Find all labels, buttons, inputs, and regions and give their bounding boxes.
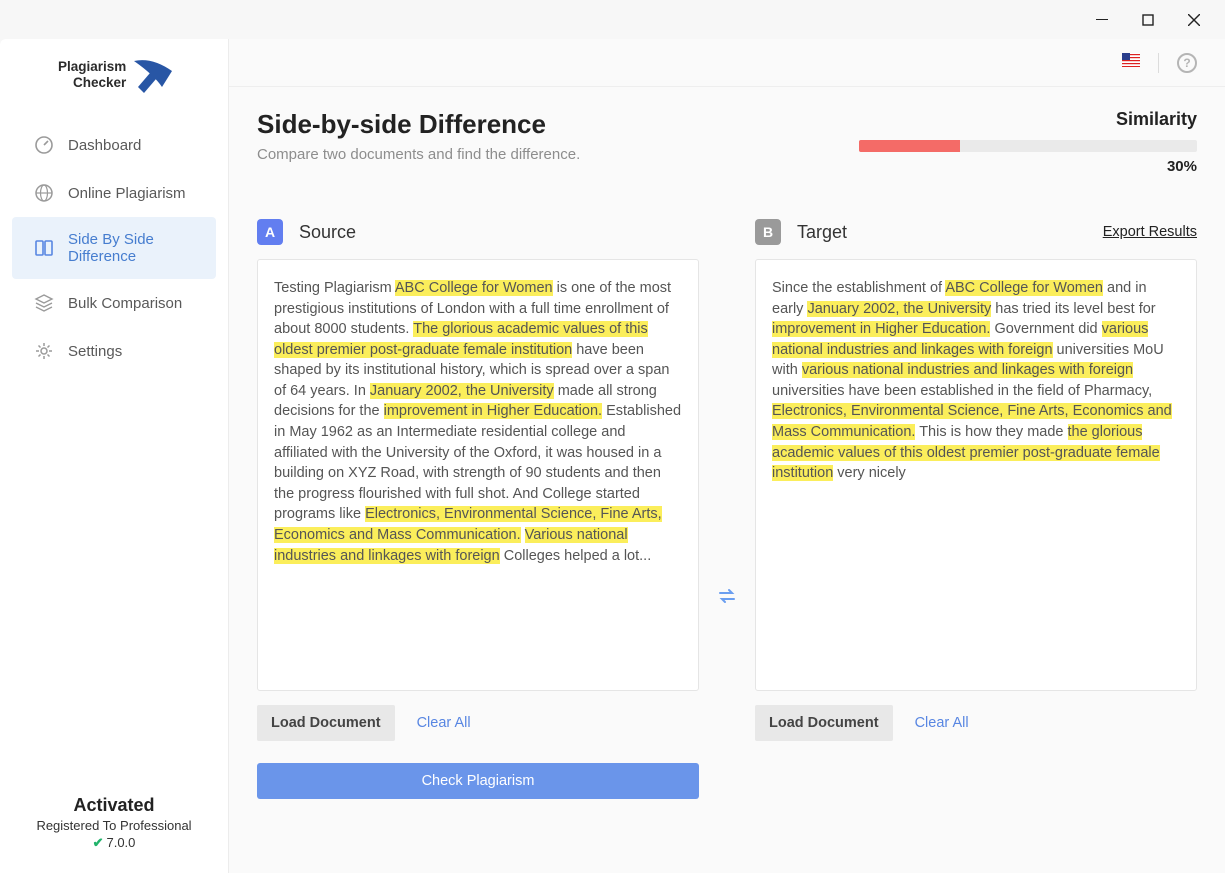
content-area: ? Side-by-side Difference Compare two do… xyxy=(229,39,1225,873)
similarity-bar xyxy=(859,140,1197,152)
similarity-label: Similarity xyxy=(859,109,1197,130)
sidebar-item-bulk-comparison[interactable]: Bulk Comparison xyxy=(12,279,216,327)
page-title: Side-by-side Difference xyxy=(257,109,580,140)
maximize-button[interactable] xyxy=(1125,6,1171,34)
titlebar xyxy=(0,0,1225,39)
close-button[interactable] xyxy=(1171,6,1217,34)
logo: Plagiarism Checker xyxy=(0,57,228,111)
similarity-fill xyxy=(859,140,960,152)
stack-icon xyxy=(34,293,54,313)
sidebar-item-dashboard[interactable]: Dashboard xyxy=(12,121,216,169)
target-badge: B xyxy=(755,219,781,245)
navigation: Dashboard Online Plagiarism Side By Side… xyxy=(0,111,228,375)
top-strip: ? xyxy=(229,39,1225,87)
target-text-box[interactable]: Since the establishment of ABC College f… xyxy=(755,259,1197,691)
highlighted-text: various national industries and linkages… xyxy=(802,362,1133,378)
page-subtitle: Compare two documents and find the diffe… xyxy=(257,146,580,163)
swap-icon[interactable] xyxy=(717,586,737,611)
highlighted-text: January 2002, the University xyxy=(807,301,991,317)
export-results-link[interactable]: Export Results xyxy=(1103,224,1197,240)
help-icon[interactable]: ? xyxy=(1177,53,1197,73)
license-detail: Registered To Professional xyxy=(0,818,228,833)
source-badge: A xyxy=(257,219,283,245)
source-clear-all-link[interactable]: Clear All xyxy=(417,715,471,731)
target-panel: B Target Export Results Since the establ… xyxy=(755,217,1197,799)
highlighted-text: ABC College for Women xyxy=(395,280,553,296)
minimize-button[interactable] xyxy=(1079,6,1125,34)
target-title: Target xyxy=(797,222,847,243)
highlighted-text: improvement in Higher Education. xyxy=(384,403,602,419)
similarity-percent: 30% xyxy=(859,158,1197,175)
source-title: Source xyxy=(299,222,356,243)
sidebar-item-label: Online Plagiarism xyxy=(68,185,186,202)
license-version: 7.0.0 xyxy=(106,835,135,850)
highlighted-text: improvement in Higher Education. xyxy=(772,321,990,337)
license-status: Activated xyxy=(0,795,228,816)
sidebar-item-side-by-side[interactable]: Side By Side Difference xyxy=(12,217,216,279)
brand-line2: Checker xyxy=(58,75,126,91)
source-panel: A Source Testing Plagiarism ABC College … xyxy=(257,217,699,799)
target-load-document-button[interactable]: Load Document xyxy=(755,705,893,741)
source-text-box[interactable]: Testing Plagiarism ABC College for Women… xyxy=(257,259,699,691)
target-clear-all-link[interactable]: Clear All xyxy=(915,715,969,731)
language-flag-icon[interactable] xyxy=(1122,53,1140,72)
sidebar-item-online-plagiarism[interactable]: Online Plagiarism xyxy=(12,169,216,217)
highlighted-text: ABC College for Women xyxy=(945,280,1103,296)
gear-icon xyxy=(34,341,54,361)
sidebar: Plagiarism Checker Dashboard xyxy=(0,39,229,873)
sidebar-item-settings[interactable]: Settings xyxy=(12,327,216,375)
license-block: Activated Registered To Professional ✔7.… xyxy=(0,795,228,873)
gauge-icon xyxy=(34,135,54,155)
globe-icon xyxy=(34,183,54,203)
sidebar-item-label: Side By Side Difference xyxy=(68,231,194,265)
separator xyxy=(1158,53,1159,73)
columns-icon xyxy=(34,238,54,258)
sidebar-item-label: Dashboard xyxy=(68,137,141,154)
check-plagiarism-button[interactable]: Check Plagiarism xyxy=(257,763,699,799)
source-load-document-button[interactable]: Load Document xyxy=(257,705,395,741)
check-icon: ✔ xyxy=(93,835,104,850)
highlighted-text: January 2002, the University xyxy=(370,383,554,399)
sidebar-item-label: Settings xyxy=(68,343,122,360)
sidebar-item-label: Bulk Comparison xyxy=(68,295,182,312)
brand-line1: Plagiarism xyxy=(58,59,126,75)
logo-x-icon xyxy=(132,57,174,93)
